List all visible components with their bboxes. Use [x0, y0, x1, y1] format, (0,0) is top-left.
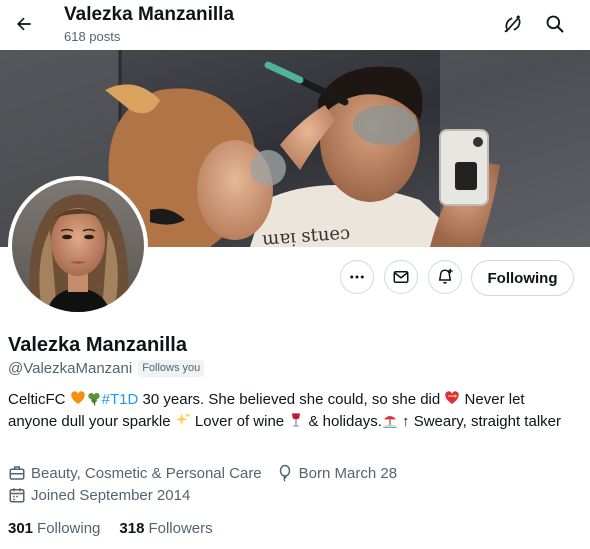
top-bar: Valezka Manzanilla 618 posts: [0, 0, 590, 50]
bio-text-2: 30 years. She believed she could, so she…: [138, 391, 445, 408]
following-button[interactable]: Following: [471, 260, 574, 296]
category-label: Beauty, Cosmetic & Personal Care: [31, 464, 262, 482]
more-button[interactable]: [340, 260, 374, 294]
message-icon: [393, 271, 409, 283]
calendar-icon: [8, 486, 26, 504]
hide-repost-button[interactable]: [496, 7, 530, 41]
profile-handle: @ValezkaManzani: [8, 360, 133, 377]
following-count: 301: [8, 520, 34, 537]
back-button[interactable]: [6, 6, 42, 42]
joined-label: Joined September 2014: [31, 486, 191, 504]
more-icon: [350, 275, 364, 279]
shamrock-icon: [86, 390, 102, 412]
followers-label: Followers: [148, 520, 213, 537]
followers-count: 318: [119, 520, 145, 537]
beach-umbrella-icon: [382, 412, 398, 434]
sparkles-icon: [175, 412, 191, 434]
handle-row: @ValezkaManzani Follows you: [8, 360, 205, 377]
header-title: Valezka Manzanilla: [64, 4, 235, 25]
posts-count: 618 posts: [64, 29, 121, 44]
profile-meta-row-2: Joined September 2014: [8, 486, 204, 504]
hashtag-t1d[interactable]: #T1D: [102, 391, 139, 408]
profile-avatar[interactable]: [8, 176, 148, 316]
heart-with-ribbon-icon: [444, 390, 460, 412]
profile-meta-row-1: Beauty, Cosmetic & Personal Care Born Ma…: [8, 464, 411, 482]
birthday-item: Born March 28: [276, 464, 397, 482]
profile-bio: CelticFC #T1D 30 years. She believed she…: [8, 390, 568, 434]
orange-heart-icon: [70, 390, 86, 412]
header-title-block: Valezka Manzanilla 618 posts: [64, 3, 234, 46]
following-stat-link[interactable]: 301 Following: [8, 520, 100, 537]
followers-stat-link[interactable]: 318 Followers: [119, 520, 212, 537]
notifications-button[interactable]: [428, 260, 462, 294]
bio-text-1: CelticFC: [8, 391, 70, 408]
search-icon: [546, 15, 564, 33]
bio-text-6: ↑ Sweary, straight talker: [397, 413, 561, 430]
category-item: Beauty, Cosmetic & Personal Care: [8, 464, 262, 482]
back-arrow-icon: [17, 17, 31, 31]
message-button[interactable]: [384, 260, 418, 294]
briefcase-icon: [8, 464, 26, 482]
bio-text-5: & holidays.: [304, 413, 382, 430]
follow-stats: 301 Following 318 Followers: [8, 520, 232, 537]
notification-bell-icon: [438, 268, 453, 284]
following-label: Following: [37, 520, 101, 537]
joined-item: Joined September 2014: [8, 486, 190, 504]
bio-text-4: Lover of wine: [190, 413, 289, 430]
avatar-photo: [12, 180, 144, 312]
follows-you-badge: Follows you: [138, 360, 205, 377]
profile-display-name: Valezka Manzanilla: [8, 334, 187, 356]
wine-glass-icon: [288, 412, 304, 434]
hide-repost-icon: [504, 15, 521, 33]
born-label: Born March 28: [298, 464, 398, 482]
search-button[interactable]: [538, 7, 572, 41]
balloon-icon: [276, 464, 294, 482]
